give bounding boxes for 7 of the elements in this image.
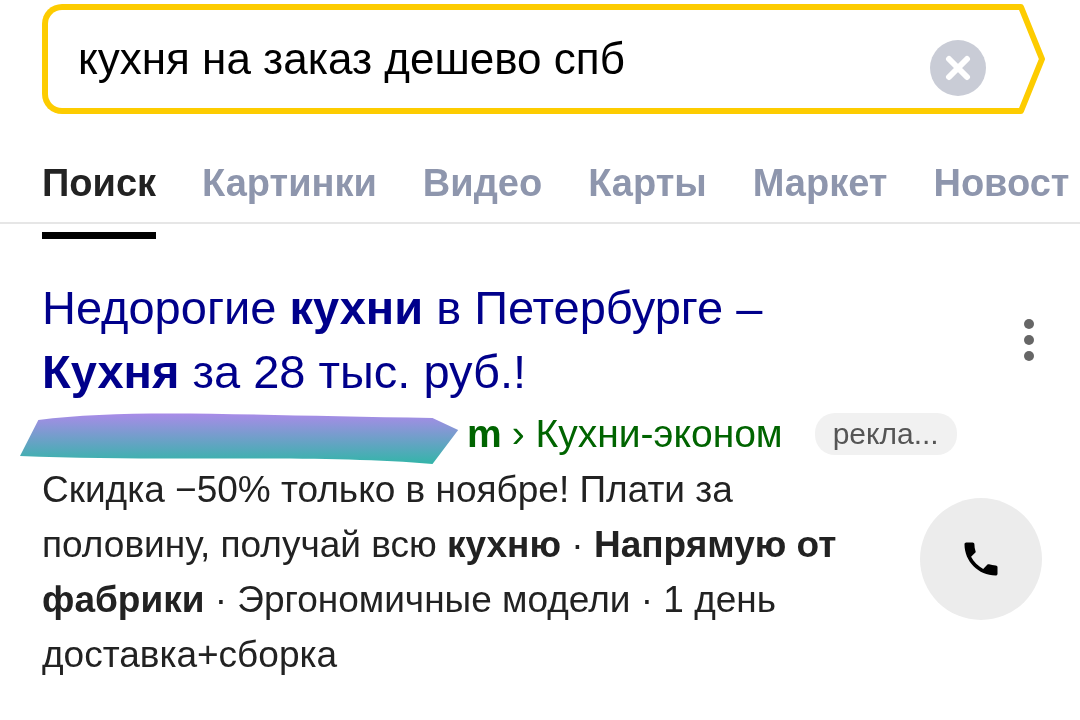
url-domain[interactable]: m xyxy=(467,412,502,456)
more-icon[interactable] xyxy=(1022,318,1036,362)
breadcrumb-link[interactable]: › Кухни-эконом xyxy=(511,412,783,456)
tab[interactable]: Поиск xyxy=(42,162,157,239)
result-snippet: Скидка −50% только в ноябре! Плати за половину, получай всю кухню · Напрямую от фабрики · Эргономичные модели · 1 день доставка+сборка xyxy=(42,468,838,677)
result-title[interactable]: Недорогие кухни в Петербурге – Кухня за 28 тыс. руб.! xyxy=(42,276,912,404)
ad-label: рекла... xyxy=(814,413,957,455)
